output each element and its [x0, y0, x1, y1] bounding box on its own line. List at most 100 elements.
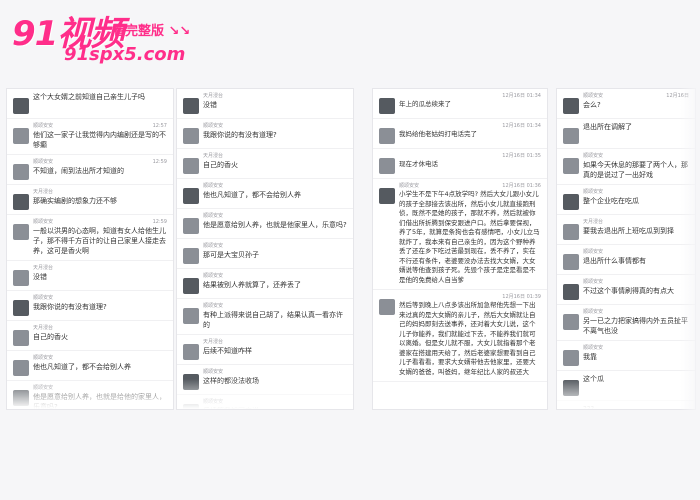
avatar[interactable] [13, 194, 29, 210]
chat-message[interactable]: 顺颂安安 他也凡知道了，都不会给别人养 [177, 179, 353, 209]
sender-name: 顺颂安安 [583, 309, 604, 315]
message-text: 年上的瓜总续来了 [399, 100, 451, 108]
message-text: 我妈给他老姑妈打电话完了 [399, 130, 477, 138]
message-time: 12:59 [152, 219, 167, 225]
chat-message[interactable]: 天月浸台 自己的香火 [7, 321, 173, 351]
chat-message[interactable]: 天月浸台 没错 [177, 89, 353, 119]
sender-name: 顺颂安安 [583, 249, 604, 255]
chat-message[interactable]: 这个大女婿之前知道自己亲生儿子吗 [7, 89, 173, 119]
avatar[interactable] [379, 98, 395, 114]
avatar[interactable] [563, 284, 579, 300]
sender-name: 顺颂安安 [33, 159, 54, 165]
chat-message[interactable]: 天月浸台 那确实编剧的想象力还不够 [7, 185, 173, 215]
sender-name: 顺颂安安 [203, 123, 224, 129]
avatar[interactable] [13, 360, 29, 376]
avatar[interactable] [13, 98, 29, 114]
chat-message[interactable]: 顺颂安安 我跟你说的有没有道理? [177, 119, 353, 149]
chat-message[interactable]: 天月浸台 没错 [7, 261, 173, 291]
sender-name: 顺颂安安 [203, 303, 224, 309]
avatar[interactable] [183, 278, 199, 294]
chat-message[interactable]: 顺颂安安 12月16日 01:36 小学生不是下午4点放学吗? 然后大女儿跟小女儿的… [373, 179, 547, 290]
avatar[interactable] [379, 128, 395, 144]
avatar[interactable] [563, 350, 579, 366]
avatar[interactable] [13, 224, 29, 240]
message-text: 他是愿意给别人养，也就是他家里人，乐意吗? [203, 221, 347, 229]
avatar[interactable] [13, 300, 29, 316]
avatar[interactable] [183, 344, 199, 360]
chat-panel-2[interactable]: 天月浸台 没错 顺颂安安 我跟你说的有没有道理? 天月浸台 自己的香火 顺颂安安 他也凡知道了… [176, 88, 354, 410]
avatar[interactable] [183, 218, 199, 234]
chat-message[interactable]: 顺颂安安 我跟你说的有没有道理? [7, 291, 173, 321]
message-text: 没错 [203, 101, 217, 109]
sender-name: 天月浸台 [203, 339, 224, 345]
chat-message[interactable]: 12月16日 01:34 年上的瓜总续来了 [373, 89, 547, 119]
message-time: 12:59 [152, 159, 167, 165]
sender-name: 天月浸台 [203, 153, 224, 159]
message-time: 12月16日 01:34 [502, 123, 541, 129]
chat-message[interactable]: 12月16日 01:34 我妈给他老姑妈打电话完了 [373, 119, 547, 149]
message-time: 12月16日 01:35 [502, 153, 541, 159]
chat-message[interactable]: 顺颂安安 有种上派得来说自己胡了，结果认真一看亦许的 [177, 299, 353, 335]
avatar[interactable] [183, 98, 199, 114]
avatar[interactable] [183, 308, 199, 324]
message-text: 会么? [583, 101, 601, 109]
sender-name: 顺颂安安 [203, 273, 224, 279]
chat-message[interactable]: 顺颂安安 如果今天休息的那要了两个人，那真的是说过了一出好戏 [557, 149, 695, 185]
message-text: 没错 [33, 273, 47, 281]
chat-message[interactable]: 顺颂安安 12:59 不知道，闹到法出所才知道的 [7, 155, 173, 185]
avatar[interactable] [13, 330, 29, 346]
message-time: 12月16日 01:34 [502, 93, 541, 99]
chat-message[interactable]: 顺颂安安另一已之力把家搞得内外五员扯平不离气也没 [557, 305, 695, 341]
message-time: 12:57 [152, 123, 167, 129]
message-text: 然后等到晚上八点多该出所加急帮他先想一下出来过真的是大女婿的亲儿子，然后大女婿就… [399, 301, 536, 376]
chat-message[interactable]: 退出所在调解了 [557, 119, 695, 149]
chat-message[interactable]: 顺颂安安 12:59 一般以洪男的心态啊，知道有女人给他生儿子，那不得千方百计的让自… [7, 215, 173, 261]
avatar[interactable] [183, 248, 199, 264]
avatar[interactable] [563, 194, 579, 210]
message-text: 另一已之力把家搞得内外五员扯平不离气也没 [583, 317, 688, 335]
chat-message[interactable]: 顺颂安安 结果被别人养就算了，还养丢了 [177, 269, 353, 299]
chat-message[interactable]: 顺颂安安 他是愿意给别人养，也就是他家里人，乐意吗? [177, 209, 353, 239]
message-text: 我靠 [583, 353, 597, 361]
chat-message[interactable]: 天月浸台 后续不知道咋样 [177, 335, 353, 365]
message-text: 小学生不是下午4点放学吗? 然后大女儿跟小女儿的孩子全部接去该出所，然后小女儿就… [399, 190, 540, 284]
avatar[interactable] [563, 128, 579, 144]
avatar[interactable] [563, 158, 579, 174]
avatar[interactable] [183, 188, 199, 204]
chat-message[interactable]: 天月浸台 要我去退出所上班吃瓜到到择 [557, 215, 695, 245]
avatar[interactable] [563, 224, 579, 240]
watermark-logo: 91视频 看完整版 ↘↘ 91spx5.com [12, 10, 202, 65]
chat-message[interactable]: 顺颂安安 那可是大宝贝孙子 [177, 239, 353, 269]
avatar[interactable] [183, 128, 199, 144]
chat-panel-3[interactable]: 12月16日 01:34 年上的瓜总续来了 12月16日 01:34 我妈给他老姑妈打… [372, 88, 548, 410]
chat-message[interactable]: 顺颂安安 12月16日 会么? [557, 89, 695, 119]
chat-message[interactable]: 顺颂安安 不过这个事情刷得真的有点大 [557, 275, 695, 305]
chat-message[interactable]: 12月16日 01:39 然后等到晚上八点多该出所加急帮他先想一下出来过真的是大女… [373, 290, 547, 382]
avatar[interactable] [563, 314, 579, 330]
chat-panel-4[interactable]: 顺颂安安 12月16日 会么? 退出所在调解了 顺颂安安 如果今天休息的那要了两个人，那真… [556, 88, 696, 410]
avatar[interactable] [563, 98, 579, 114]
chat-panel-1[interactable]: 这个大女婿之前知道自己亲生儿子吗 顺颂安安 12:57 他们这一家子让我觉得内内编剧还… [6, 88, 174, 410]
message-text: 那确实编剧的想象力还不够 [33, 197, 117, 205]
message-text: 退出所什么事情都有 [583, 257, 646, 265]
avatar[interactable] [13, 164, 29, 180]
chat-message[interactable]: 顺颂安安 12:57 他们这一家子让我觉得内内编剧还是写的不够癫 [7, 119, 173, 155]
sender-name: 顺颂安安 [583, 93, 604, 99]
avatar[interactable] [13, 128, 29, 144]
avatar[interactable] [379, 188, 395, 204]
chat-message[interactable]: 12月16日 01:35 现在才休电话 [373, 149, 547, 179]
avatar[interactable] [13, 270, 29, 286]
avatar[interactable] [183, 158, 199, 174]
avatar[interactable] [563, 254, 579, 270]
message-text: 那可是大宝贝孙子 [203, 251, 259, 259]
chat-message[interactable]: 天月浸台 自己的香火 [177, 149, 353, 179]
avatar[interactable] [379, 299, 395, 315]
chat-message[interactable]: 顺颂安安 他也凡知道了，都不会给别人养 [7, 351, 173, 381]
message-text: 要我去退出所上班吃瓜到到择 [583, 227, 674, 235]
sender-name: 顺颂安安 [583, 189, 604, 195]
chat-message[interactable]: 顺颂安安退出所什么事情都有 [557, 245, 695, 275]
avatar[interactable] [379, 158, 395, 174]
sender-name: 顺颂安安 [399, 183, 420, 189]
chat-message[interactable]: 顺颂安安 整个企业吃在吃瓜 [557, 185, 695, 215]
chat-message[interactable]: 顺颂安安 我靠 [557, 341, 695, 371]
